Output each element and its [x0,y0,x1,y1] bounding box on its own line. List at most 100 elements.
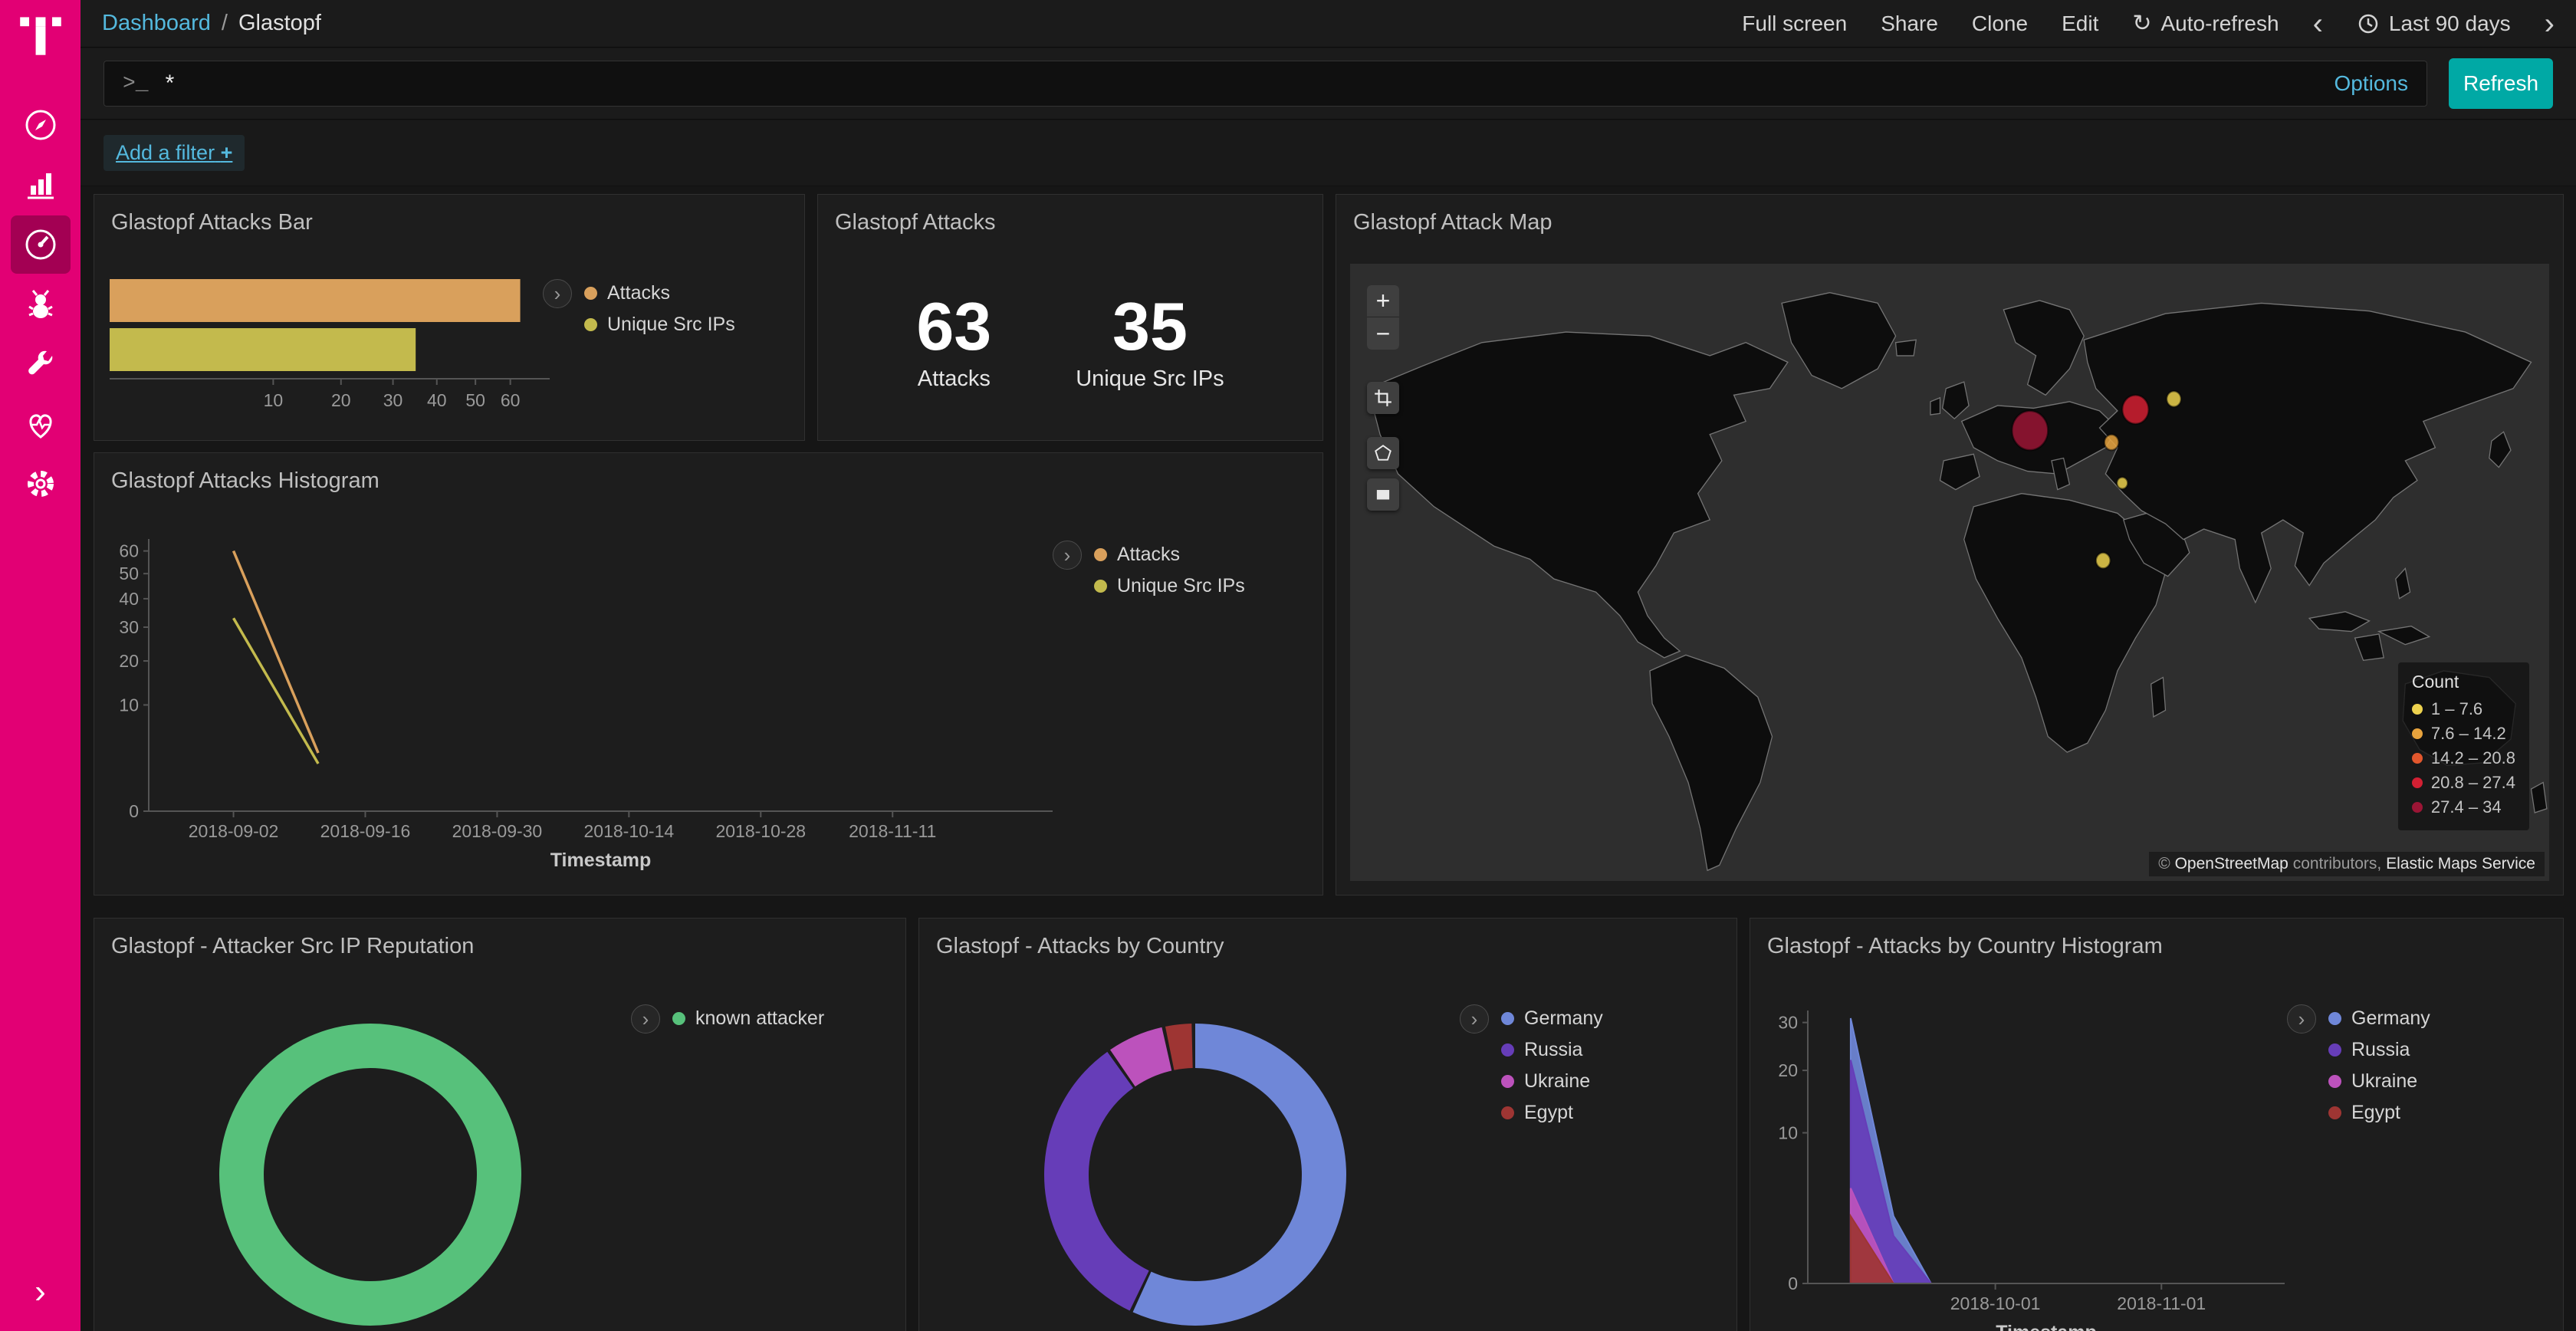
map-legend-row: 14.2 – 20.8 [2412,746,2515,771]
time-back-button[interactable]: ‹ [2313,8,2323,39]
sidebar-collapse-button[interactable]: › [34,1273,46,1311]
svg-text:30: 30 [383,390,403,410]
auto-refresh-button[interactable]: ↻ Auto-refresh [2132,10,2279,37]
legend-item-russia[interactable]: Russia [2328,1039,2430,1061]
legend-label: Attacks [607,282,670,304]
legend-item-unique-src-ips[interactable]: Unique Src IPs [584,314,735,336]
svg-text:60: 60 [119,541,139,561]
full-screen-button[interactable]: Full screen [1742,12,1847,36]
refresh-button[interactable]: Refresh [2449,58,2553,109]
query-value: * [166,71,2334,97]
map-legend-range: 1 – 7.6 [2431,697,2482,721]
legend-item-attacks[interactable]: Attacks [1094,544,1245,566]
legend-color-dot [1094,548,1107,561]
openstreetmap-link[interactable]: OpenStreetMap [2175,855,2288,873]
legend-toggle-button[interactable]: › [543,279,572,308]
bug-icon [22,286,59,323]
breadcrumb-dashboard-link[interactable]: Dashboard [102,11,211,36]
legend-toggle-button[interactable]: › [1460,1004,1489,1034]
legend-color-dot [1501,1106,1514,1119]
breadcrumb: Dashboard / Glastopf [102,11,321,36]
svg-text:2018-10-01: 2018-10-01 [1950,1293,2041,1313]
refresh-cycle-icon: ↻ [2132,10,2151,37]
legend-item-germany[interactable]: Germany [1501,1007,1603,1030]
legend-label: Ukraine [1524,1070,1590,1093]
query-input[interactable]: >_ * Options [104,61,2427,107]
metric-label: Unique Src IPs [1076,366,1224,392]
legend-toggle-button[interactable]: › [1053,541,1082,570]
query-prompt-icon: >_ [123,72,149,96]
metric-value: 35 [1076,293,1224,360]
map-legend-range: 14.2 – 20.8 [2431,746,2515,771]
map-legend-color-dot [2412,802,2423,813]
legend-item-unique-src-ips[interactable]: Unique Src IPs [1094,575,1245,597]
map-legend-color-dot [2412,777,2423,788]
svg-text:50: 50 [465,390,485,410]
heartbeat-icon [22,406,59,442]
sidebar-item-honeypot[interactable] [11,275,71,334]
query-options-link[interactable]: Options [2334,71,2409,96]
sidebar-item-dev-tools[interactable] [11,335,71,393]
add-filter-button[interactable]: Add a filter + [104,135,245,171]
legend-label: Egypt [1524,1102,1573,1124]
legend-color-dot [1501,1012,1514,1025]
legend-label: Germany [2351,1007,2430,1030]
legend-item-ukraine[interactable]: Ukraine [1501,1070,1603,1093]
polygon-tool-button[interactable] [1367,437,1399,469]
elastic-maps-service-link[interactable]: Elastic Maps Service [2386,855,2535,873]
legend-label: known attacker [695,1007,824,1030]
country-donut-chart[interactable] [1034,1014,1356,1331]
map-legend-title: Count [2412,672,2515,692]
panel-attacks-bar: Glastopf Attacks Bar 102030405060 › Atta… [94,194,805,441]
time-range-button[interactable]: Last 90 days [2357,12,2511,36]
legend-item-germany[interactable]: Germany [2328,1007,2430,1030]
panel-title: Glastopf - Attacker Src IP Reputation [94,919,905,964]
legend-toggle-button[interactable]: › [2287,1004,2316,1034]
filter-bar: Add a filter + [80,120,2576,186]
sidebar-item-dashboard[interactable] [11,215,71,274]
map-legend-color-dot [2412,753,2423,764]
legend-label: Russia [2351,1039,2410,1061]
panel-title: Glastopf Attacks Histogram [94,453,1322,498]
svg-text:30: 30 [119,617,139,637]
svg-text:60: 60 [501,390,521,410]
legend: › Attacks Unique Src IPs [1053,541,1245,597]
time-forward-button[interactable]: › [2545,8,2555,39]
legend-item-egypt[interactable]: Egypt [1501,1102,1603,1124]
telekom-logo[interactable] [16,12,65,62]
edit-button[interactable]: Edit [2062,12,2098,36]
attacks-histogram-chart[interactable]: 01020304050602018-09-022018-09-162018-09… [110,527,1060,879]
legend-item-egypt[interactable]: Egypt [2328,1102,2430,1124]
legend-color-dot [584,318,597,331]
sidebar-item-discover[interactable] [11,96,71,154]
legend-item-ukraine[interactable]: Ukraine [2328,1070,2430,1093]
svg-text:Timestamp: Timestamp [550,850,652,871]
legend-item-russia[interactable]: Russia [1501,1039,1603,1061]
legend-item-attacks[interactable]: Attacks [584,282,735,304]
svg-text:20: 20 [1778,1060,1798,1080]
share-button[interactable]: Share [1881,12,1938,36]
legend-label: Ukraine [2351,1070,2417,1093]
rectangle-tool-button[interactable] [1367,478,1399,511]
sidebar-item-visualize[interactable] [11,156,71,214]
crop-tool-button[interactable] [1367,382,1399,414]
sidebar-item-management[interactable] [11,455,71,513]
clone-button[interactable]: Clone [1972,12,2028,36]
sidebar-item-monitoring[interactable] [11,395,71,453]
svg-text:50: 50 [119,564,139,583]
attacks-bar-chart[interactable]: 102030405060 [110,278,570,423]
zoom-out-button[interactable]: − [1367,317,1399,350]
top-navbar: Dashboard / Glastopf Full screen Share C… [80,0,2576,48]
legend-color-dot [672,1012,685,1025]
panel-attack-map: Glastopf Attack Map [1336,194,2564,896]
zoom-in-button[interactable]: + [1367,285,1399,317]
legend-label: Russia [1524,1039,1582,1061]
country-histogram-chart[interactable]: 01020302018-10-012018-11-01Timestamp [1766,988,2287,1331]
reputation-donut-chart[interactable] [209,1014,531,1331]
svg-text:10: 10 [264,390,284,410]
attack-map[interactable]: + − Count 1 – 7.67.6 – [1350,264,2549,881]
svg-text:2018-11-01: 2018-11-01 [2117,1293,2206,1313]
legend-toggle-button[interactable]: › [631,1004,660,1034]
legend-item-known-attacker[interactable]: known attacker [672,1007,824,1030]
svg-text:40: 40 [119,589,139,609]
